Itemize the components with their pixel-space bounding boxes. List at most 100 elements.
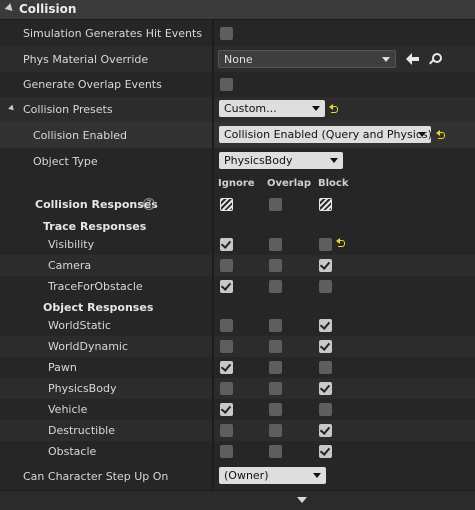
object-type-label: Object Type xyxy=(33,155,98,168)
overlap-checkbox[interactable] xyxy=(269,340,282,353)
response-channel-label: TraceForObstacle xyxy=(48,280,143,293)
collision-details-panel: Collision Simulation Generates Hit Event… xyxy=(0,0,475,510)
overlap-events-checkbox[interactable] xyxy=(220,78,233,91)
response-channel-label: WorldDynamic xyxy=(48,340,129,353)
chevron-down-icon xyxy=(418,132,426,137)
response-row: PhysicsBody xyxy=(0,378,475,399)
help-icon[interactable]: ? xyxy=(143,198,155,210)
collision-enabled-label: Collision Enabled xyxy=(33,129,128,142)
response-row: Obstacle xyxy=(0,441,475,462)
all-overlap-checkbox[interactable] xyxy=(269,198,282,211)
row-collision-presets: Collision Presets Custom... xyxy=(0,97,475,122)
ignore-checkbox[interactable] xyxy=(220,280,233,293)
response-channel-label: Pawn xyxy=(48,361,77,374)
chevron-down-icon xyxy=(313,473,321,478)
ignore-checkbox[interactable] xyxy=(220,445,233,458)
ignore-checkbox[interactable] xyxy=(220,424,233,437)
collision-enabled-dropdown[interactable]: Collision Enabled (Query and Physics) xyxy=(219,126,432,143)
sim-hit-events-checkbox[interactable] xyxy=(220,27,233,40)
section-title: Collision xyxy=(19,2,77,16)
row-collision-responses: Collision Responses ? xyxy=(0,193,475,216)
response-row: Camera xyxy=(0,255,475,276)
response-channel-label: Camera xyxy=(48,259,92,272)
overlap-events-label: Generate Overlap Events xyxy=(23,78,162,91)
trace-responses-heading: Trace Responses xyxy=(43,220,147,233)
response-row: Vehicle xyxy=(0,399,475,420)
chevron-down-icon xyxy=(312,106,320,111)
block-checkbox[interactable] xyxy=(319,319,332,332)
ignore-checkbox[interactable] xyxy=(220,382,233,395)
all-ignore-checkbox[interactable] xyxy=(220,198,233,211)
overlap-checkbox[interactable] xyxy=(269,361,282,374)
block-checkbox[interactable] xyxy=(319,259,332,272)
chevron-down-icon xyxy=(382,57,390,62)
response-channel-label: Obstacle xyxy=(48,445,97,458)
row-sim-hit-events: Simulation Generates Hit Events xyxy=(0,21,475,46)
block-checkbox[interactable] xyxy=(319,340,332,353)
overlap-checkbox[interactable] xyxy=(269,424,282,437)
ignore-checkbox[interactable] xyxy=(220,340,233,353)
sim-hit-events-label: Simulation Generates Hit Events xyxy=(23,27,203,40)
response-row: Visibility xyxy=(0,234,475,255)
collapse-arrow-icon[interactable] xyxy=(4,3,16,14)
phys-material-label: Phys Material Override xyxy=(23,53,149,66)
phys-material-dropdown[interactable]: None xyxy=(218,50,396,68)
overlap-checkbox[interactable] xyxy=(269,445,282,458)
chevron-down-icon xyxy=(330,158,338,163)
response-row: Destructible xyxy=(0,420,475,441)
ignore-checkbox[interactable] xyxy=(220,361,233,374)
phys-material-value: None xyxy=(224,53,253,66)
object-responses-heading: Object Responses xyxy=(43,301,154,314)
overlap-checkbox[interactable] xyxy=(269,319,282,332)
ignore-checkbox[interactable] xyxy=(220,403,233,416)
collision-section-header[interactable]: Collision xyxy=(0,0,475,20)
column-header-block: Block xyxy=(318,178,349,189)
collision-enabled-value: Collision Enabled (Query and Physics) xyxy=(224,128,432,141)
block-checkbox[interactable] xyxy=(319,403,332,416)
browse-search-icon[interactable] xyxy=(428,52,442,66)
step-up-on-dropdown[interactable]: (Owner) xyxy=(219,467,326,484)
block-checkbox[interactable] xyxy=(319,238,332,251)
response-channel-label: Visibility xyxy=(48,238,95,251)
response-channel-label: Destructible xyxy=(48,424,115,437)
block-checkbox[interactable] xyxy=(319,280,332,293)
step-up-on-label: Can Character Step Up On xyxy=(23,470,169,483)
column-header-ignore: Ignore xyxy=(218,178,255,189)
row-object-type: Object Type PhysicsBody xyxy=(0,148,475,173)
overlap-checkbox[interactable] xyxy=(269,403,282,416)
object-type-value: PhysicsBody xyxy=(224,154,293,167)
collision-presets-value: Custom... xyxy=(224,102,277,115)
all-block-checkbox[interactable] xyxy=(319,198,332,211)
row-step-up-on: Can Character Step Up On (Owner) xyxy=(0,464,475,490)
reset-to-default-icon[interactable] xyxy=(336,238,347,247)
block-checkbox[interactable] xyxy=(319,445,332,458)
use-selected-arrow-icon[interactable] xyxy=(406,53,420,65)
block-checkbox[interactable] xyxy=(319,361,332,374)
response-row: TraceForObstacle xyxy=(0,276,475,297)
ignore-checkbox[interactable] xyxy=(220,259,233,272)
block-checkbox[interactable] xyxy=(319,424,332,437)
overlap-checkbox[interactable] xyxy=(269,280,282,293)
block-checkbox[interactable] xyxy=(319,382,332,395)
ignore-checkbox[interactable] xyxy=(220,238,233,251)
ignore-checkbox[interactable] xyxy=(220,319,233,332)
collision-presets-label: Collision Presets xyxy=(23,103,113,116)
response-row: WorldDynamic xyxy=(0,336,475,357)
column-header-overlap: Overlap xyxy=(267,178,312,189)
expand-advanced-icon[interactable] xyxy=(297,497,307,503)
response-row: WorldStatic xyxy=(0,315,475,336)
collision-presets-dropdown[interactable]: Custom... xyxy=(219,100,325,117)
row-collision-enabled: Collision Enabled Collision Enabled (Que… xyxy=(0,122,475,148)
object-type-dropdown[interactable]: PhysicsBody xyxy=(219,152,343,169)
response-channel-label: PhysicsBody xyxy=(48,382,117,395)
reset-to-default-icon[interactable] xyxy=(436,130,447,139)
response-channel-label: Vehicle xyxy=(48,403,88,416)
step-up-on-value: (Owner) xyxy=(224,469,269,482)
response-row: Pawn xyxy=(0,357,475,378)
advanced-expander[interactable] xyxy=(0,490,475,510)
expand-arrow-icon[interactable] xyxy=(8,104,16,113)
overlap-checkbox[interactable] xyxy=(269,259,282,272)
reset-to-default-icon[interactable] xyxy=(329,104,340,113)
overlap-checkbox[interactable] xyxy=(269,238,282,251)
overlap-checkbox[interactable] xyxy=(269,382,282,395)
